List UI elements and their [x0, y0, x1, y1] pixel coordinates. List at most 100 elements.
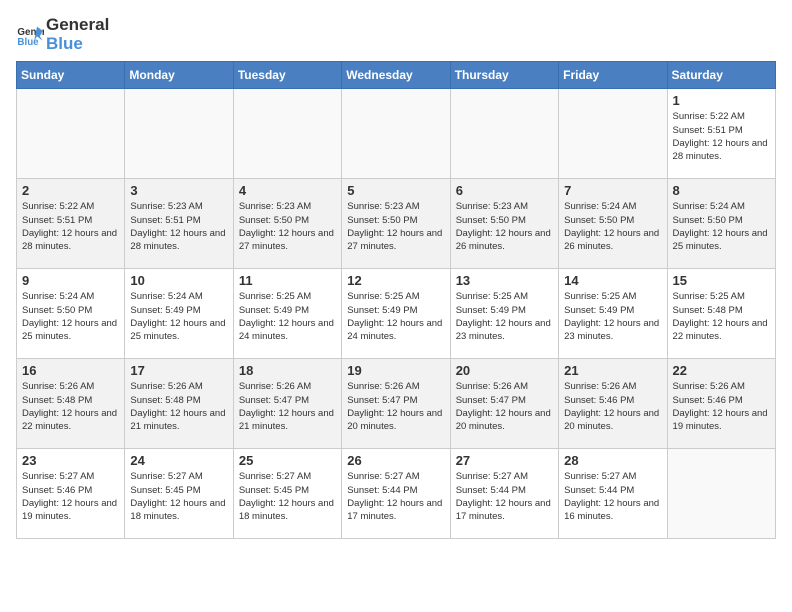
weekday-header-friday: Friday: [559, 62, 667, 89]
weekday-header-monday: Monday: [125, 62, 233, 89]
calendar-cell: [17, 89, 125, 179]
calendar-cell: 24 Sunrise: 5:27 AM Sunset: 5:45 PM Dayli…: [125, 449, 233, 539]
day-info: Sunrise: 5:25 AM Sunset: 5:49 PM Dayligh…: [456, 290, 553, 343]
calendar-cell: 15 Sunrise: 5:25 AM Sunset: 5:48 PM Dayli…: [667, 269, 775, 359]
day-info: Sunrise: 5:27 AM Sunset: 5:44 PM Dayligh…: [347, 470, 444, 523]
logo-blue: Blue: [46, 35, 109, 54]
day-info: Sunrise: 5:24 AM Sunset: 5:49 PM Dayligh…: [130, 290, 227, 343]
day-info: Sunrise: 5:23 AM Sunset: 5:50 PM Dayligh…: [456, 200, 553, 253]
day-info: Sunrise: 5:26 AM Sunset: 5:47 PM Dayligh…: [456, 380, 553, 433]
day-number: 3: [130, 183, 227, 198]
calendar-cell: 17Sunrise: 5:26 AM Sunset: 5:48 PM Dayli…: [125, 359, 233, 449]
calendar-cell: 25 Sunrise: 5:27 AM Sunset: 5:45 PM Dayli…: [233, 449, 341, 539]
calendar-cell: 26 Sunrise: 5:27 AM Sunset: 5:44 PM Dayli…: [342, 449, 450, 539]
day-info: Sunrise: 5:26 AM Sunset: 5:46 PM Dayligh…: [673, 380, 770, 433]
calendar-cell: [450, 89, 558, 179]
day-number: 16: [22, 363, 119, 378]
day-number: 28: [564, 453, 661, 468]
calendar-cell: [559, 89, 667, 179]
day-info: Sunrise: 5:23 AM Sunset: 5:50 PM Dayligh…: [347, 200, 444, 253]
day-info: Sunrise: 5:27 AM Sunset: 5:45 PM Dayligh…: [239, 470, 336, 523]
day-number: 15: [673, 273, 770, 288]
calendar-cell: 3 Sunrise: 5:23 AM Sunset: 5:51 PM Daylig…: [125, 179, 233, 269]
day-number: 22: [673, 363, 770, 378]
weekday-header-tuesday: Tuesday: [233, 62, 341, 89]
day-number: 1: [673, 93, 770, 108]
calendar-week-2: 2 Sunrise: 5:22 AM Sunset: 5:51 PM Daylig…: [17, 179, 776, 269]
calendar-cell: 23Sunrise: 5:27 AM Sunset: 5:46 PM Dayli…: [17, 449, 125, 539]
logo-general: General: [46, 16, 109, 35]
weekday-header-sunday: Sunday: [17, 62, 125, 89]
calendar-cell: 22 Sunrise: 5:26 AM Sunset: 5:46 PM Dayli…: [667, 359, 775, 449]
day-number: 14: [564, 273, 661, 288]
day-info: Sunrise: 5:26 AM Sunset: 5:47 PM Dayligh…: [347, 380, 444, 433]
day-info: Sunrise: 5:26 AM Sunset: 5:47 PM Dayligh…: [239, 380, 336, 433]
day-number: 20: [456, 363, 553, 378]
page-header: General Blue General Blue: [16, 16, 776, 53]
day-info: Sunrise: 5:27 AM Sunset: 5:45 PM Dayligh…: [130, 470, 227, 523]
calendar-cell: 5 Sunrise: 5:23 AM Sunset: 5:50 PM Daylig…: [342, 179, 450, 269]
logo: General Blue General Blue: [16, 16, 109, 53]
day-info: Sunrise: 5:27 AM Sunset: 5:44 PM Dayligh…: [564, 470, 661, 523]
calendar-cell: 6 Sunrise: 5:23 AM Sunset: 5:50 PM Daylig…: [450, 179, 558, 269]
weekday-header-wednesday: Wednesday: [342, 62, 450, 89]
day-number: 11: [239, 273, 336, 288]
day-number: 8: [673, 183, 770, 198]
weekday-header-thursday: Thursday: [450, 62, 558, 89]
calendar-cell: 12 Sunrise: 5:25 AM Sunset: 5:49 PM Dayli…: [342, 269, 450, 359]
day-number: 13: [456, 273, 553, 288]
calendar-cell: 28 Sunrise: 5:27 AM Sunset: 5:44 PM Dayli…: [559, 449, 667, 539]
calendar-week-1: 1 Sunrise: 5:22 AM Sunset: 5:51 PM Daylig…: [17, 89, 776, 179]
day-info: Sunrise: 5:23 AM Sunset: 5:50 PM Dayligh…: [239, 200, 336, 253]
day-number: 2: [22, 183, 119, 198]
calendar-cell: 21Sunrise: 5:26 AM Sunset: 5:46 PM Dayli…: [559, 359, 667, 449]
day-number: 26: [347, 453, 444, 468]
calendar-week-4: 16 Sunrise: 5:26 AM Sunset: 5:48 PM Dayli…: [17, 359, 776, 449]
day-info: Sunrise: 5:25 AM Sunset: 5:49 PM Dayligh…: [239, 290, 336, 343]
calendar-week-5: 23Sunrise: 5:27 AM Sunset: 5:46 PM Dayli…: [17, 449, 776, 539]
day-number: 6: [456, 183, 553, 198]
calendar-cell: 27Sunrise: 5:27 AM Sunset: 5:44 PM Dayli…: [450, 449, 558, 539]
calendar-cell: 11 Sunrise: 5:25 AM Sunset: 5:49 PM Dayli…: [233, 269, 341, 359]
calendar-cell: [233, 89, 341, 179]
day-number: 25: [239, 453, 336, 468]
weekday-header-saturday: Saturday: [667, 62, 775, 89]
calendar-week-3: 9 Sunrise: 5:24 AM Sunset: 5:50 PM Daylig…: [17, 269, 776, 359]
day-number: 9: [22, 273, 119, 288]
day-number: 12: [347, 273, 444, 288]
calendar-cell: 4 Sunrise: 5:23 AM Sunset: 5:50 PM Daylig…: [233, 179, 341, 269]
day-number: 7: [564, 183, 661, 198]
logo-icon: General Blue: [16, 21, 44, 49]
day-number: 10: [130, 273, 227, 288]
calendar-cell: 20 Sunrise: 5:26 AM Sunset: 5:47 PM Dayli…: [450, 359, 558, 449]
calendar-cell: 1 Sunrise: 5:22 AM Sunset: 5:51 PM Daylig…: [667, 89, 775, 179]
calendar-cell: 2 Sunrise: 5:22 AM Sunset: 5:51 PM Daylig…: [17, 179, 125, 269]
calendar-cell: 16Sunrise: 5:26 AM Sunset: 5:48 PM Dayli…: [17, 359, 125, 449]
day-number: 4: [239, 183, 336, 198]
day-number: 18: [239, 363, 336, 378]
calendar-cell: 10 Sunrise: 5:24 AM Sunset: 5:49 PM Dayli…: [125, 269, 233, 359]
svg-text:Blue: Blue: [17, 36, 39, 47]
calendar-cell: 18 Sunrise: 5:26 AM Sunset: 5:47 PM Dayli…: [233, 359, 341, 449]
day-info: Sunrise: 5:25 AM Sunset: 5:49 PM Dayligh…: [347, 290, 444, 343]
calendar-table: SundayMondayTuesdayWednesdayThursdayFrid…: [16, 61, 776, 539]
day-info: Sunrise: 5:25 AM Sunset: 5:48 PM Dayligh…: [673, 290, 770, 343]
day-number: 19: [347, 363, 444, 378]
day-number: 24: [130, 453, 227, 468]
day-info: Sunrise: 5:24 AM Sunset: 5:50 PM Dayligh…: [22, 290, 119, 343]
calendar-cell: 13 Sunrise: 5:25 AM Sunset: 5:49 PM Dayli…: [450, 269, 558, 359]
calendar-cell: [667, 449, 775, 539]
day-info: Sunrise: 5:26 AM Sunset: 5:46 PM Dayligh…: [564, 380, 661, 433]
calendar-cell: 9 Sunrise: 5:24 AM Sunset: 5:50 PM Daylig…: [17, 269, 125, 359]
day-info: Sunrise: 5:24 AM Sunset: 5:50 PM Dayligh…: [564, 200, 661, 253]
day-number: 27: [456, 453, 553, 468]
day-info: Sunrise: 5:22 AM Sunset: 5:51 PM Dayligh…: [673, 110, 770, 163]
day-info: Sunrise: 5:27 AM Sunset: 5:46 PM Dayligh…: [22, 470, 119, 523]
day-info: Sunrise: 5:22 AM Sunset: 5:51 PM Dayligh…: [22, 200, 119, 253]
calendar-cell: 14 Sunrise: 5:25 AM Sunset: 5:49 PM Dayli…: [559, 269, 667, 359]
day-info: Sunrise: 5:23 AM Sunset: 5:51 PM Dayligh…: [130, 200, 227, 253]
day-info: Sunrise: 5:26 AM Sunset: 5:48 PM Dayligh…: [130, 380, 227, 433]
day-info: Sunrise: 5:25 AM Sunset: 5:49 PM Dayligh…: [564, 290, 661, 343]
day-number: 5: [347, 183, 444, 198]
calendar-header: SundayMondayTuesdayWednesdayThursdayFrid…: [17, 62, 776, 89]
